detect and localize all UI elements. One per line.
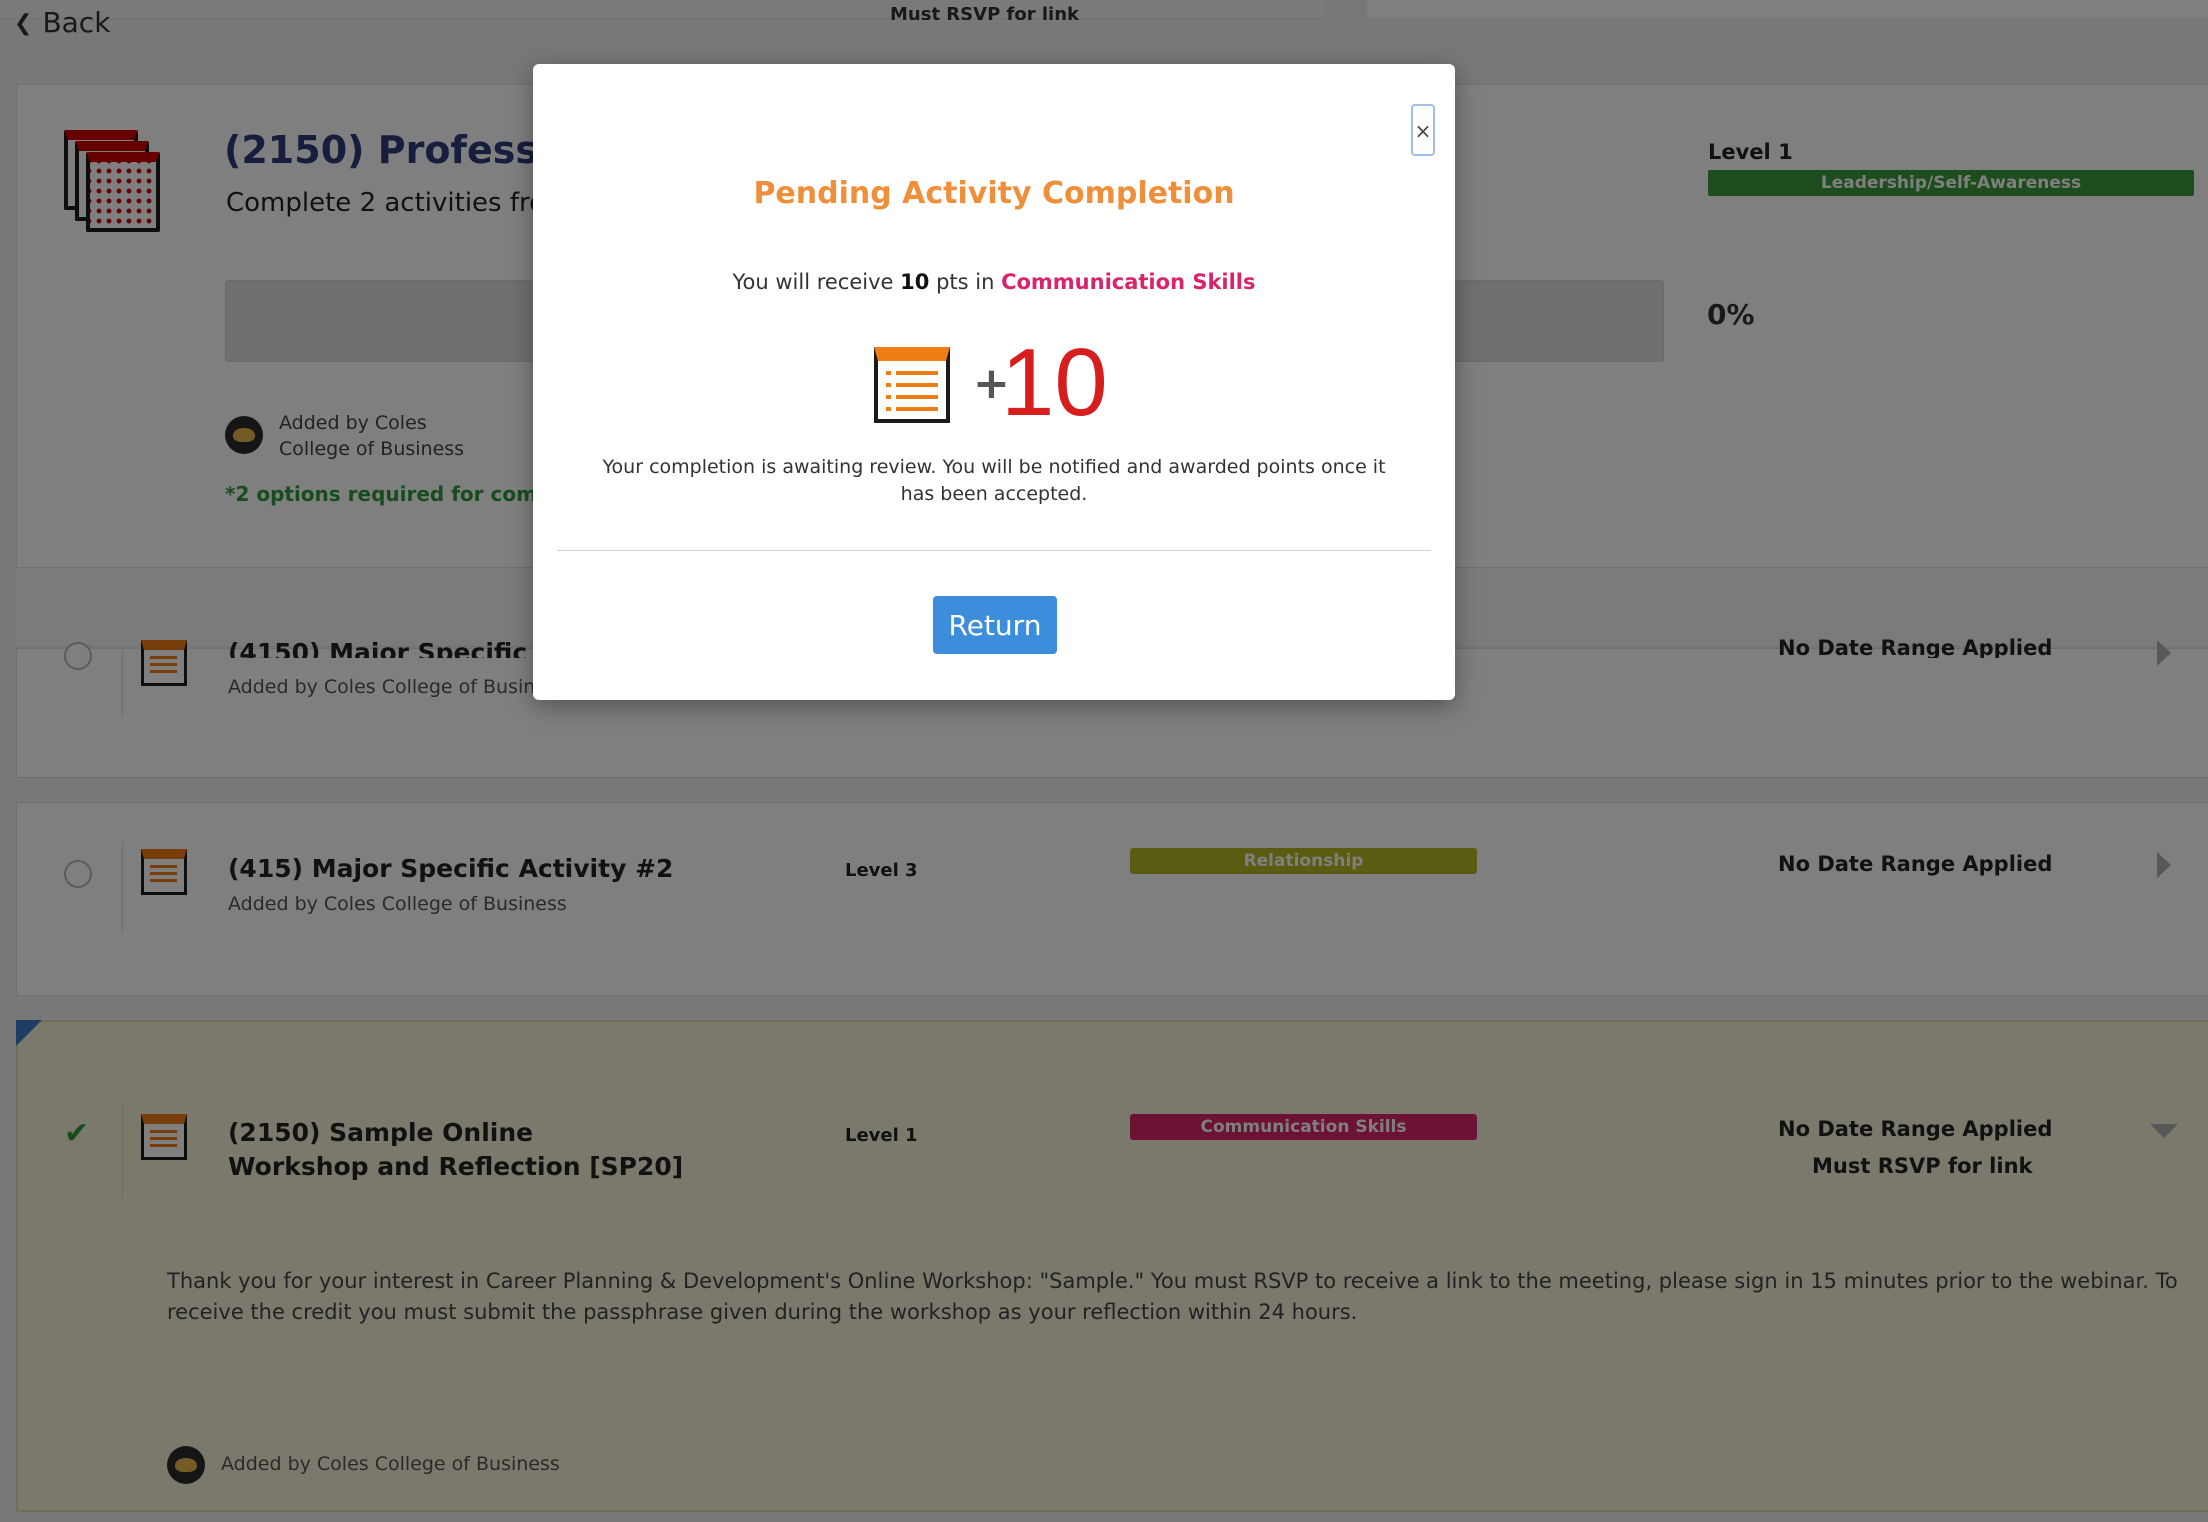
receive-points-line: You will receive 10 pts in Communication… — [533, 270, 1455, 294]
pending-completion-modal: × Pending Activity Completion You will r… — [533, 64, 1455, 700]
receive-category: Communication Skills — [1001, 270, 1256, 294]
close-button[interactable]: × — [1411, 104, 1435, 156]
modal-title: Pending Activity Completion — [753, 176, 1235, 211]
list-activity-icon — [874, 347, 950, 423]
receive-points: 10 — [900, 270, 930, 294]
points-award: 10 — [1001, 329, 1108, 436]
receive-prefix: You will receive — [732, 270, 894, 294]
review-message: Your completion is awaiting review. You … — [602, 456, 1386, 505]
modal-divider — [557, 550, 1431, 551]
return-button[interactable]: Return — [933, 596, 1057, 654]
receive-mid: pts in — [936, 270, 995, 294]
